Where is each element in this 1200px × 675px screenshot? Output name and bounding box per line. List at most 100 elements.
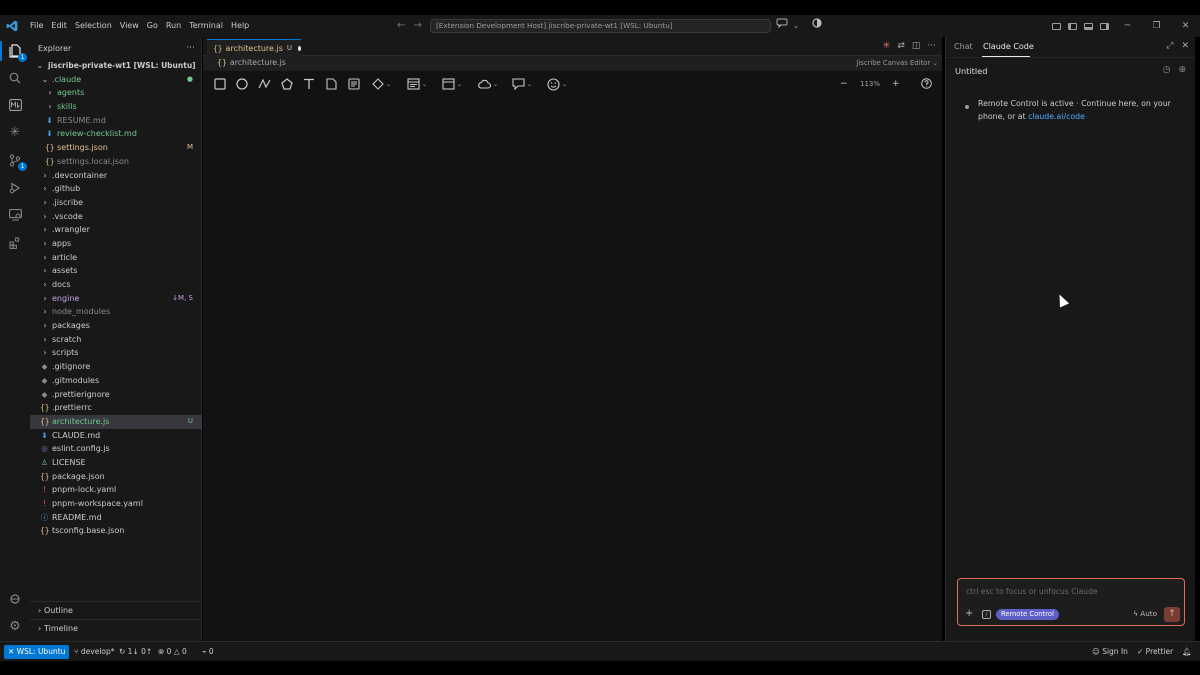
editor-type-selector[interactable]: Jiscribe Canvas Editor ⌄: [856, 59, 938, 67]
claude-sparkle-icon[interactable]: ✳: [5, 122, 25, 142]
toggle-secondary-sidebar-icon[interactable]: [1098, 15, 1110, 37]
claude-sparkle-icon[interactable]: ✳: [883, 39, 891, 54]
history-icon[interactable]: ◷: [1163, 65, 1171, 75]
new-session-icon[interactable]: ⊕: [1178, 65, 1186, 75]
menu-edit[interactable]: Edit: [47, 15, 71, 37]
remote-control-pill[interactable]: Remote Control: [996, 609, 1059, 620]
tree-folder[interactable]: › node_modules: [30, 305, 202, 319]
command-center[interactable]: [Extension Development Host] jiscribe-pr…: [430, 19, 771, 33]
tree-file[interactable]: ◆ .gitignore: [30, 360, 202, 374]
chevron-down-icon[interactable]: ⌄: [793, 15, 799, 37]
more-actions-icon[interactable]: ···: [186, 43, 195, 53]
tree-folder[interactable]: › assets: [30, 264, 202, 278]
tree-file[interactable]: ♙ LICENSE: [30, 456, 202, 470]
emoji-dropdown-icon[interactable]: ⌄: [547, 76, 567, 92]
send-button[interactable]: ↑: [1164, 607, 1180, 622]
polygon-tool-icon[interactable]: [281, 76, 293, 92]
tree-file[interactable]: ! pnpm-workspace.yaml: [30, 497, 202, 511]
document-tool-icon[interactable]: [326, 76, 337, 92]
tree-file[interactable]: ⬇ review-checklist.md: [30, 127, 202, 141]
tree-folder[interactable]: ⌄ .claude ●: [30, 73, 202, 87]
problems-indicator[interactable]: ⊗ 0 △ 0: [158, 645, 187, 659]
tree-file[interactable]: ◆ .prettierignore: [30, 388, 202, 402]
tree-folder[interactable]: › .wrangler: [30, 223, 202, 237]
git-branch[interactable]: ⑂ develop*: [74, 645, 115, 659]
rectangle-tool-icon[interactable]: [214, 76, 226, 92]
cloud-dropdown-icon[interactable]: ⌄: [477, 76, 498, 92]
tree-folder[interactable]: › agents: [30, 86, 202, 100]
chat-input-placeholder[interactable]: ctrl esc to focus or unfocus Claude: [966, 587, 1098, 596]
sign-in-button[interactable]: ☺ Sign In: [1092, 645, 1128, 659]
close-window-icon[interactable]: ✕: [1171, 15, 1200, 37]
customize-layout-icon[interactable]: [1050, 15, 1062, 37]
polyline-tool-icon[interactable]: [258, 76, 271, 92]
remote-indicator[interactable]: ✕ WSL: Ubuntu: [4, 645, 70, 659]
zoom-level[interactable]: 113%: [860, 76, 880, 92]
tree-file[interactable]: {} settings.local.json: [30, 155, 202, 169]
menu-terminal[interactable]: Terminal: [185, 15, 227, 37]
frame-dropdown-icon[interactable]: ⌄: [442, 76, 462, 92]
account-circle-icon[interactable]: [812, 15, 822, 37]
tab-architecture-js[interactable]: {} architecture.js U: [207, 39, 301, 56]
tree-folder[interactable]: › docs: [30, 278, 202, 292]
ellipse-tool-icon[interactable]: [236, 76, 248, 92]
tree-file[interactable]: ◆ .gitmodules: [30, 374, 202, 388]
tree-folder[interactable]: › .vscode: [30, 210, 202, 224]
tree-folder[interactable]: › packages: [30, 319, 202, 333]
chat-input-box[interactable]: ctrl esc to focus or unfocus Claude + / …: [957, 578, 1185, 626]
toggle-panel-icon[interactable]: [1082, 15, 1094, 37]
git-sync[interactable]: ↻ 1↓ 0↑: [119, 645, 152, 659]
forward-arrow-icon[interactable]: →: [413, 15, 421, 37]
unsaved-dot-icon[interactable]: [298, 45, 301, 51]
markdown-extension-icon[interactable]: [5, 95, 25, 115]
mode-selector[interactable]: ϟ Auto: [1133, 609, 1157, 618]
toggle-primary-sidebar-icon[interactable]: [1066, 15, 1078, 37]
tree-folder[interactable]: › article: [30, 251, 202, 265]
settings-gear-icon[interactable]: ⚙: [5, 616, 25, 636]
menu-run[interactable]: Run: [162, 15, 185, 37]
tree-folder[interactable]: › scripts: [30, 346, 202, 360]
accounts-icon[interactable]: [5, 589, 25, 609]
zoom-out-icon[interactable]: −: [840, 76, 848, 92]
source-control-icon[interactable]: 1: [5, 150, 27, 171]
tree-folder[interactable]: › .github: [30, 182, 202, 196]
restore-icon[interactable]: ❐: [1142, 15, 1171, 37]
tree-folder[interactable]: › apps: [30, 237, 202, 251]
explorer-icon[interactable]: 1: [5, 41, 27, 62]
tree-file[interactable]: ◎ eslint.config.js: [30, 442, 202, 456]
table-dropdown-icon[interactable]: ⌄: [407, 76, 427, 92]
close-panel-icon[interactable]: ✕: [1181, 41, 1189, 51]
run-debug-icon[interactable]: [5, 178, 25, 198]
tab-chat[interactable]: Chat: [954, 42, 973, 51]
menu-file[interactable]: File: [26, 15, 47, 37]
split-editor-icon[interactable]: ◫: [912, 39, 921, 54]
prettier-status[interactable]: ✓ Prettier: [1137, 645, 1173, 659]
breadcrumb[interactable]: {} architecture.js: [217, 58, 286, 67]
slash-command-icon[interactable]: /: [982, 610, 991, 619]
search-icon[interactable]: [5, 68, 25, 88]
tree-file[interactable]: {} package.json: [30, 470, 202, 484]
tree-folder[interactable]: › engine ↓M, S: [30, 292, 202, 306]
tree-folder[interactable]: › .devcontainer: [30, 169, 202, 183]
help-icon[interactable]: [921, 76, 932, 92]
add-attachment-icon[interactable]: +: [965, 608, 973, 619]
tree-file[interactable]: {} tsconfig.base.json: [30, 524, 202, 538]
outline-section[interactable]: › Outline: [30, 601, 202, 618]
ports-indicator[interactable]: ⌁ 0: [202, 645, 214, 659]
tree-file[interactable]: ⬇ CLAUDE.md: [30, 429, 202, 443]
menu-selection[interactable]: Selection: [71, 15, 116, 37]
canvas[interactable]: ⌄ ⌄ ⌄ ⌄ ⌄ ⌄ − 113% +: [203, 71, 942, 641]
minimize-icon[interactable]: ─: [1113, 15, 1142, 37]
tree-file[interactable]: ! pnpm-lock.yaml: [30, 483, 202, 497]
zoom-in-icon[interactable]: +: [892, 76, 900, 92]
tree-file[interactable]: ⬇ RESUME.md: [30, 114, 202, 128]
note-tool-icon[interactable]: [348, 76, 360, 92]
notifications-bell-icon[interactable]: 🔔︎: [1182, 645, 1192, 659]
menu-go[interactable]: Go: [143, 15, 162, 37]
menu-help[interactable]: Help: [227, 15, 253, 37]
shape-dropdown-icon[interactable]: ⌄: [372, 76, 391, 92]
tree-folder[interactable]: › skills: [30, 100, 202, 114]
tree-folder[interactable]: › .jiscribe: [30, 196, 202, 210]
menu-view[interactable]: View: [116, 15, 143, 37]
extensions-icon[interactable]: [5, 233, 25, 253]
